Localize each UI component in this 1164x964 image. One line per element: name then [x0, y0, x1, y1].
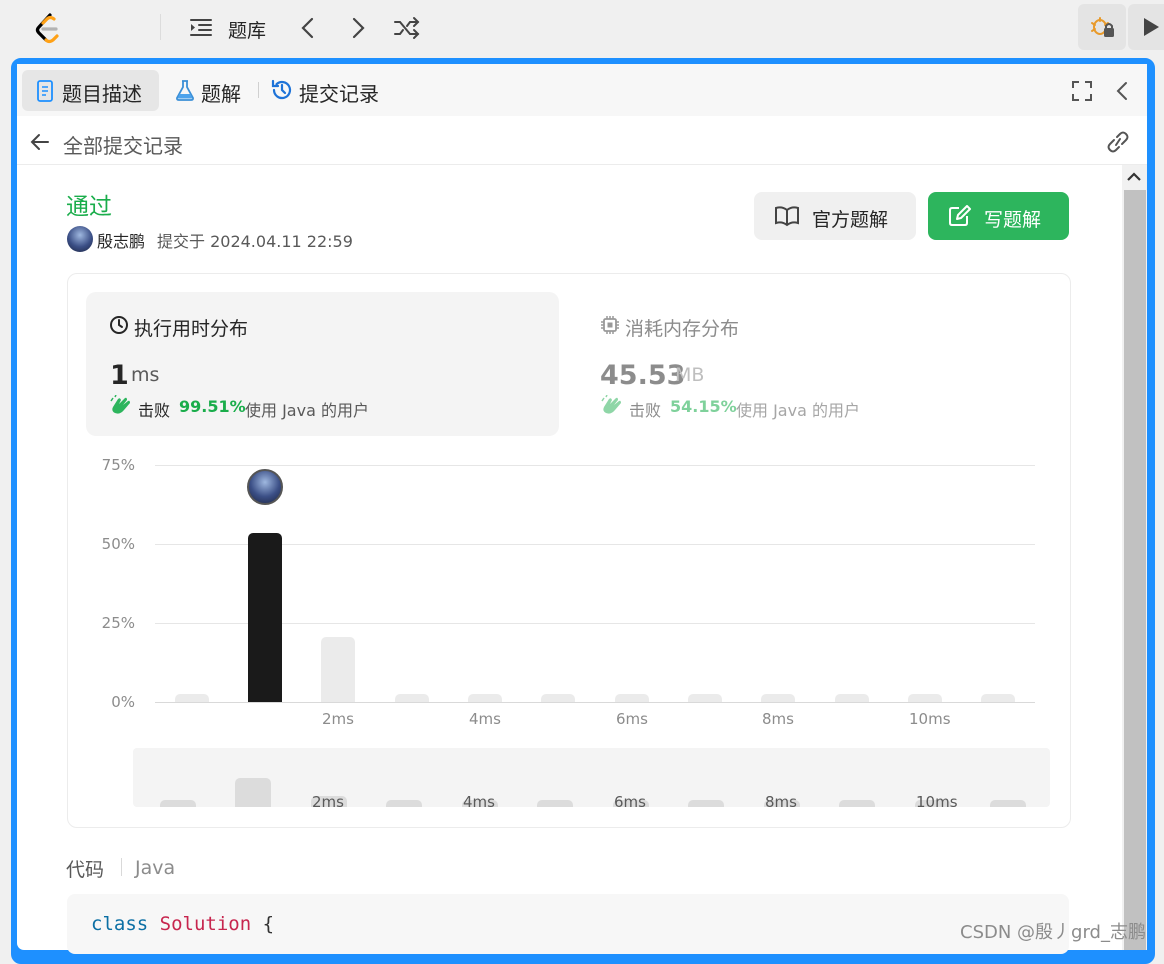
avatar[interactable] — [67, 226, 93, 252]
runtime-unit: ms — [131, 364, 160, 386]
memory-value: 45.53 — [600, 360, 686, 391]
fullscreen-icon[interactable] — [1071, 80, 1093, 106]
memory-beats-suffix: 使用 Java 的用户 — [736, 401, 860, 420]
book-icon — [774, 205, 800, 231]
chart-y-tick: 75% — [101, 456, 135, 474]
chart-bar[interactable] — [835, 694, 869, 702]
nav-divider — [160, 14, 161, 40]
history-icon — [270, 78, 294, 106]
navigator-bar — [839, 800, 875, 807]
tab-description-label: 题目描述 — [62, 82, 142, 106]
tab-solutions[interactable]: 题解 — [201, 78, 241, 107]
chart-y-tick: 25% — [101, 614, 135, 632]
back-arrow-icon[interactable] — [29, 131, 51, 157]
chart-bar[interactable] — [468, 694, 502, 702]
chart-bar[interactable] — [981, 694, 1015, 702]
runtime-title: 执行用时分布 — [134, 318, 249, 340]
chart-x-tick: 2ms — [322, 710, 354, 728]
chart-bar[interactable] — [175, 694, 209, 702]
runtime-value: 1 — [110, 360, 129, 391]
chart-gridline — [155, 702, 1035, 703]
navigator-x-tick: 4ms — [463, 793, 495, 811]
scrollbar-thumb[interactable] — [1124, 190, 1146, 950]
tab-divider — [258, 82, 259, 98]
chart-gridline — [155, 623, 1035, 624]
all-submissions-link[interactable]: 全部提交记录 — [63, 130, 183, 159]
navigator-x-tick: 8ms — [765, 793, 797, 811]
chart-bar[interactable] — [541, 694, 575, 702]
chart-user-marker — [247, 469, 283, 505]
chart-bar[interactable] — [761, 694, 795, 702]
chart-gridline — [155, 465, 1035, 466]
navigator-bar — [537, 800, 573, 807]
code-language: Java — [135, 857, 176, 879]
navigator-bar — [235, 778, 271, 807]
chart-bar[interactable] — [908, 694, 942, 702]
code-keyword: class — [91, 913, 149, 935]
write-solution-button[interactable]: 写题解 — [928, 192, 1069, 240]
clap-icon — [109, 394, 133, 421]
debug-icon — [1090, 15, 1116, 43]
chart-x-tick: 4ms — [469, 710, 501, 728]
submission-status: 通过 — [66, 194, 112, 220]
play-icon — [1142, 17, 1160, 41]
official-solution-button[interactable]: 官方题解 — [754, 192, 916, 240]
chart-x-tick: 8ms — [762, 710, 794, 728]
navigator-x-tick: 6ms — [614, 793, 646, 811]
chart-bar-highlight[interactable] — [248, 533, 282, 702]
scroll-up-icon[interactable] — [1124, 168, 1144, 190]
submitted-time: 提交于 2024.04.11 22:59 — [157, 232, 353, 251]
flask-icon — [175, 79, 195, 105]
problem-bank-link[interactable]: 题库 — [228, 16, 266, 43]
runtime-beats-percent: 99.51% — [179, 397, 246, 416]
navigator-bar — [688, 800, 724, 807]
debug-button[interactable] — [1078, 4, 1126, 50]
navigator-x-tick: 2ms — [312, 793, 344, 811]
navigator-bar — [160, 800, 196, 807]
code-class-name: Solution — [159, 913, 252, 935]
navigator-bar — [990, 800, 1026, 807]
watermark: CSDN @殷丿grd_志鹏 — [960, 922, 1146, 943]
tab-submissions[interactable]: 提交记录 — [299, 78, 379, 107]
chart-bar[interactable] — [321, 637, 355, 702]
shuffle-icon[interactable] — [393, 15, 421, 45]
navigator-x-tick: 10ms — [916, 793, 958, 811]
chart-bar[interactable] — [688, 694, 722, 702]
top-nav-bar — [0, 0, 1164, 56]
code-line-1: class Solution { — [91, 913, 274, 935]
official-solution-label: 官方题解 — [812, 209, 889, 231]
write-solution-label: 写题解 — [984, 209, 1042, 231]
leetcode-logo[interactable] — [30, 10, 66, 46]
memory-beats-percent: 54.15% — [670, 397, 737, 416]
code-label-divider — [121, 858, 122, 876]
memory-beats-prefix: 击败 — [629, 401, 662, 420]
document-icon — [36, 80, 54, 106]
collapse-chevron-icon[interactable] — [1114, 80, 1130, 106]
chart-x-tick: 10ms — [909, 710, 951, 728]
user-name[interactable]: 殷志鹏 — [97, 228, 145, 252]
clap-icon — [600, 394, 624, 421]
chevron-right-icon[interactable] — [347, 15, 369, 45]
navigator-bar — [386, 800, 422, 807]
chart-bar[interactable] — [395, 694, 429, 702]
chart-y-tick: 50% — [101, 535, 135, 553]
chart-y-tick: 0% — [111, 693, 135, 711]
memory-unit: MB — [675, 364, 705, 386]
chevron-left-icon[interactable] — [297, 15, 319, 45]
runtime-beats-suffix: 使用 Java 的用户 — [245, 401, 369, 420]
memory-title[interactable]: 消耗内存分布 — [625, 314, 739, 341]
submission-subheader — [17, 116, 1147, 165]
chart-gridline — [155, 544, 1035, 545]
run-button[interactable] — [1128, 4, 1164, 50]
link-icon[interactable] — [1104, 130, 1132, 158]
chart-bar[interactable] — [615, 694, 649, 702]
runtime-beats-prefix: 击败 — [138, 401, 171, 420]
chip-icon — [600, 315, 620, 339]
list-icon[interactable] — [188, 15, 214, 45]
code-brace: { — [262, 913, 275, 935]
chart-x-tick: 6ms — [616, 710, 648, 728]
code-label: 代码 — [66, 859, 105, 881]
clock-icon — [109, 315, 129, 339]
edit-icon — [948, 205, 972, 231]
